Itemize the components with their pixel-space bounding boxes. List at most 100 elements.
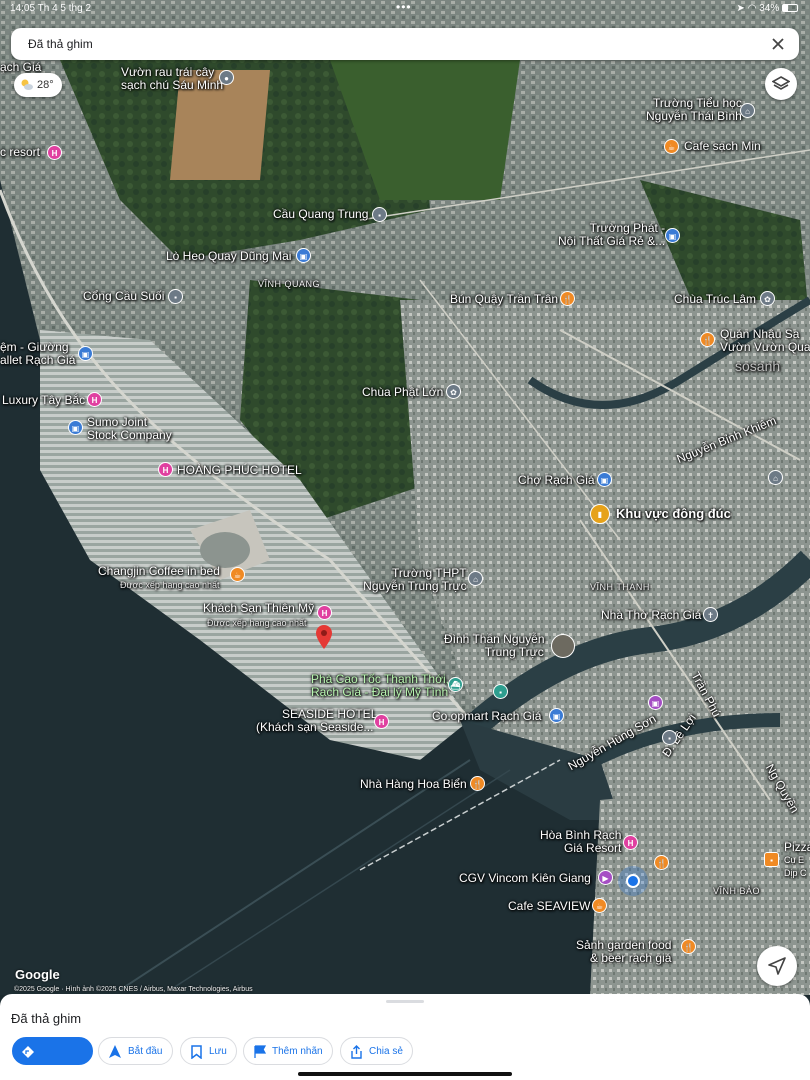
map-label-truong-phat[interactable]: Trường Phát - Nội Thất Giá Rẻ &... bbox=[558, 222, 665, 248]
bookmark-icon bbox=[191, 1045, 202, 1059]
hotel-pin-icon[interactable]: H bbox=[87, 392, 102, 407]
map-label-luxury-tay-bac[interactable]: Luxury Tây Bắc bbox=[2, 394, 85, 407]
map-label-khach-san-thien-my[interactable]: Khách Sạn Thiên Mỹ bbox=[203, 602, 314, 615]
bridge-pin-icon[interactable]: ▪ bbox=[372, 207, 387, 222]
cafe-pin-icon[interactable]: ☕ bbox=[230, 567, 245, 582]
hotel-pin-icon[interactable]: H bbox=[317, 605, 332, 620]
shop-pin-icon[interactable]: ▣ bbox=[78, 346, 93, 361]
temple-pin-icon[interactable]: ✿ bbox=[760, 291, 775, 306]
map-label-pha-cao-toc[interactable]: Phà Cao Tốc Thạnh Thới, Rạch Giá - Đại l… bbox=[311, 673, 449, 699]
my-location-icon[interactable] bbox=[626, 874, 640, 888]
shop-pin-icon[interactable]: ▣ bbox=[648, 695, 663, 710]
map-label-truong-tieu-hoc[interactable]: Trường Tiểu học Nguyễn Thái Bình bbox=[646, 97, 742, 123]
map-label-cho-rach-gia[interactable]: Chợ Rạch Giá bbox=[518, 474, 595, 487]
cinema-pin-icon[interactable]: ▶ bbox=[598, 870, 613, 885]
weather-temp: 28° bbox=[37, 79, 54, 91]
map-label-changjin-sub: Được xếp hạng cao nhất bbox=[120, 580, 220, 590]
save-label: Lưu bbox=[209, 1046, 227, 1057]
school-pin-icon[interactable]: ⌂ bbox=[740, 103, 755, 118]
map-label-changjin[interactable]: Changjin Coffee in bed bbox=[98, 565, 220, 578]
map-label-cafe-sach[interactable]: Cafe sạch Min bbox=[684, 140, 761, 153]
map-label-dinh-than[interactable]: Đình Thần Nguyễn Trung Trực bbox=[444, 633, 545, 659]
gate-pin-icon[interactable]: ▪ bbox=[168, 289, 183, 304]
battery-icon bbox=[782, 4, 798, 12]
partly-cloudy-icon bbox=[21, 79, 33, 90]
shop-pin-icon[interactable]: ▣ bbox=[665, 228, 680, 243]
place-pin-icon[interactable]: ● bbox=[219, 70, 234, 85]
map-label-coopmart[interactable]: Co.opmart Rạch Giá bbox=[432, 710, 541, 723]
hotel-pin-icon[interactable]: H bbox=[47, 145, 62, 160]
start-label: Bắt đầu bbox=[128, 1046, 163, 1057]
map-label-lo-heo[interactable]: Lò Heo Quay Dũng Mai bbox=[166, 250, 291, 263]
map-label-cgv[interactable]: CGV Vincom Kiên Giang bbox=[459, 872, 591, 885]
dropped-pin-icon[interactable] bbox=[316, 625, 332, 649]
map-label-cafe-seaview[interactable]: Cafe SEAVIEW bbox=[508, 900, 590, 913]
satellite-map[interactable]: Vườn rau trái cây sạch chú Sáu Minh ● ạc… bbox=[0, 0, 810, 995]
map-label-quan-nhau[interactable]: Quán Nhậu Sa Vườn Vườn Qua bbox=[720, 328, 810, 354]
map-label-vinh-quang: VĨNH QUANG bbox=[258, 279, 321, 289]
cafe-pin-icon[interactable]: ☕ bbox=[664, 139, 679, 154]
google-logo: Google bbox=[15, 967, 60, 982]
shop-pin-icon[interactable]: ▣ bbox=[296, 248, 311, 263]
restaurant-pin-icon[interactable]: 🍴 bbox=[700, 332, 715, 347]
navigation-arrow-icon bbox=[768, 957, 786, 975]
add-label-button[interactable]: Thêm nhãn bbox=[243, 1037, 333, 1065]
map-label-hoang-phuc[interactable]: HOÀNG PHÚC HOTEL bbox=[177, 464, 302, 477]
bus-pin-icon[interactable]: ▪ bbox=[493, 684, 508, 699]
layers-button[interactable] bbox=[765, 68, 797, 100]
map-label-sumo-joint[interactable]: Sumo Joint Stock Company bbox=[87, 416, 172, 442]
map-label-seaside-hotel[interactable]: SEASIDE HOTEL (Khách sạn Seaside... bbox=[256, 708, 377, 734]
map-label-pizza[interactable]: Pizza Cụ E Dịp C bbox=[784, 841, 810, 880]
restaurant-pin-icon[interactable]: 🍴 bbox=[470, 776, 485, 791]
share-button[interactable]: Chia sẻ bbox=[340, 1037, 413, 1065]
temple-photo-icon[interactable] bbox=[551, 634, 575, 658]
temple-pin-icon[interactable]: ✿ bbox=[446, 384, 461, 399]
map-label-c-resort[interactable]: c resort bbox=[0, 146, 40, 159]
ferry-pin-icon[interactable]: ⛴ bbox=[448, 677, 463, 692]
sheet-drag-handle[interactable] bbox=[386, 1000, 424, 1003]
map-label-sanh-garden[interactable]: Sảnh garden food & beer rạch giá bbox=[576, 939, 671, 965]
hotel-pin-icon[interactable]: H bbox=[623, 835, 638, 850]
market-pin-icon[interactable]: ▣ bbox=[549, 708, 564, 723]
school-pin-icon[interactable]: ⌂ bbox=[468, 571, 483, 586]
share-label: Chia sẻ bbox=[369, 1046, 403, 1057]
save-button[interactable]: Lưu bbox=[180, 1037, 237, 1065]
map-label-vuon-rau[interactable]: Vườn rau trái cây sạch chú Sáu Minh bbox=[121, 66, 223, 92]
map-label-bun-quay[interactable]: Bún Quậy Trần Trân bbox=[450, 293, 558, 306]
map-label-khu-vuc-dong-duc[interactable]: Khu vực đông đúc bbox=[616, 507, 731, 520]
restaurant-pin-icon[interactable]: 🍴 bbox=[654, 855, 669, 870]
cafe-pin-icon[interactable]: ☕ bbox=[592, 898, 607, 913]
restaurant-pin-icon[interactable]: 🍴 bbox=[681, 939, 696, 954]
start-button[interactable]: Bắt đầu bbox=[98, 1037, 173, 1065]
church-pin-icon[interactable]: ✝ bbox=[703, 607, 718, 622]
map-label-hoa-binh[interactable]: Hòa Bình Rạch Giá Resort bbox=[540, 829, 621, 855]
map-label-chua-truc-lam[interactable]: Chùa Trúc Lâm bbox=[674, 293, 756, 306]
place-pin-icon[interactable]: ▪ bbox=[662, 730, 677, 745]
directions-button[interactable] bbox=[12, 1037, 93, 1065]
busy-area-icon[interactable]: ▮ bbox=[590, 504, 610, 524]
home-indicator[interactable] bbox=[298, 1072, 512, 1076]
map-label-nha-tho[interactable]: Nhà Thờ Rạch Giá bbox=[601, 609, 701, 622]
add-label-label: Thêm nhãn bbox=[272, 1046, 323, 1057]
map-label-cau-quang-trung[interactable]: Cầu Quang Trung bbox=[273, 208, 368, 221]
map-label-cong-cau-suoi[interactable]: Cổng Cầu Suối bbox=[83, 290, 164, 303]
map-label-chua-phat-lon[interactable]: Chùa Phật Lớn bbox=[362, 386, 443, 399]
weather-chip[interactable]: 28° bbox=[14, 73, 62, 97]
market-pin-icon[interactable]: ▣ bbox=[597, 472, 612, 487]
restaurant-pin-icon[interactable]: 🍴 bbox=[560, 291, 575, 306]
map-attribution[interactable]: ©2025 Google · Hình ảnh ©2025 CNES / Air… bbox=[14, 986, 253, 993]
hotel-pin-icon[interactable]: H bbox=[374, 714, 389, 729]
place-pin-icon[interactable]: ⌂ bbox=[768, 470, 783, 485]
map-label-nha-hang-hoa-bien[interactable]: Nhà Hàng Hoa Biển bbox=[360, 778, 467, 791]
shop-pin-icon[interactable]: ▣ bbox=[68, 420, 83, 435]
close-icon[interactable] bbox=[769, 35, 787, 53]
restaurant-pin-icon[interactable]: ▪ bbox=[764, 852, 779, 867]
map-label-nem-giuong[interactable]: ệm - Giường allet Rạch Giá bbox=[0, 341, 75, 367]
bottom-sheet[interactable]: Đã thả ghim Bắt đầu Lưu Thêm nhãn Chia s… bbox=[0, 994, 810, 1080]
share-icon bbox=[351, 1045, 362, 1059]
navigate-button[interactable] bbox=[757, 946, 797, 986]
map-label-truong-thpt[interactable]: Trường THPT Nguyễn Trung Trực bbox=[360, 567, 466, 593]
multitask-dots[interactable]: ••• bbox=[396, 0, 412, 14]
status-date: Th 4 5 thg 2 bbox=[37, 3, 92, 14]
hotel-pin-icon[interactable]: H bbox=[158, 462, 173, 477]
